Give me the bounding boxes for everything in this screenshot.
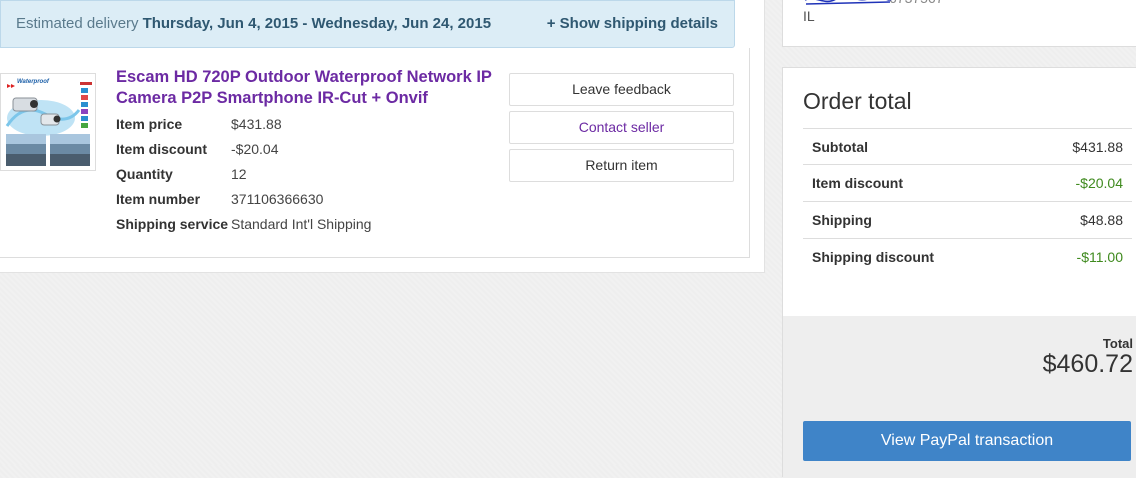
order-row-label: Shipping discount (812, 249, 935, 265)
show-shipping-details-link[interactable]: + Show shipping details (547, 15, 718, 32)
total-amount: $460.72 (1042, 350, 1133, 378)
thumb-brand-text: Waterproof (17, 79, 50, 85)
shipping-address-card: 6737567 IL (782, 0, 1136, 47)
order-row-subtotal: Subtotal $431.88 (803, 128, 1132, 165)
detail-label: Quantity (116, 166, 173, 182)
return-item-button[interactable]: Return item (509, 149, 734, 182)
order-total-title: Order total (803, 88, 912, 114)
order-row-shipping-discount: Shipping discount -$11.00 (803, 239, 1132, 276)
order-row-label: Item discount (812, 175, 904, 191)
view-paypal-transaction-button[interactable]: View PayPal transaction (803, 421, 1131, 461)
address-phone-tail: 6737567 (889, 0, 944, 6)
item-title-link[interactable]: Escam HD 720P Outdoor Waterproof Network… (116, 67, 496, 109)
delivery-banner: Estimated delivery Thursday, Jun 4, 2015 … (0, 0, 735, 48)
detail-value: $431.88 (231, 116, 282, 132)
delivery-dates: Thursday, Jun 4, 2015 - Wednesday, Jun 2… (142, 15, 492, 32)
detail-label: Item discount (116, 141, 208, 157)
order-total-card: Order total Subtotal $431.88 Item discou… (782, 67, 1136, 478)
total-label: Total (1102, 336, 1133, 351)
order-row-value: -$20.04 (1075, 175, 1123, 191)
detail-value: Standard Int'l Shipping (231, 216, 372, 232)
contact-seller-button[interactable]: Contact seller (509, 111, 734, 144)
detail-value: 12 (231, 166, 247, 182)
order-row-label: Subtotal (812, 139, 868, 155)
redaction-scribble (805, 0, 892, 5)
camera-product-image: Waterproof (1, 74, 95, 170)
order-row-item-discount: Item discount -$20.04 (803, 165, 1132, 202)
leave-feedback-button[interactable]: Leave feedback (509, 73, 734, 106)
item-thumbnail[interactable]: Waterproof (0, 73, 96, 171)
detail-value: -$20.04 (231, 141, 279, 157)
order-row-value: -$11.00 (1076, 249, 1123, 265)
detail-label: Shipping service (116, 216, 229, 232)
delivery-text: Estimated delivery Thursday, Jun 4, 2015 … (16, 15, 491, 32)
order-row-value: $431.88 (1072, 139, 1123, 155)
order-row-value: $48.88 (1080, 212, 1123, 228)
order-row-shipping: Shipping $48.88 (803, 202, 1132, 239)
detail-label: Item price (116, 116, 183, 132)
detail-label: Item number (116, 191, 201, 207)
address-region: IL (803, 8, 815, 24)
order-row-label: Shipping (812, 212, 872, 228)
delivery-label: Estimated delivery (16, 15, 139, 32)
detail-value: 371106366630 (231, 191, 324, 207)
total-section: Total $460.72 View PayPal transaction (783, 316, 1136, 478)
